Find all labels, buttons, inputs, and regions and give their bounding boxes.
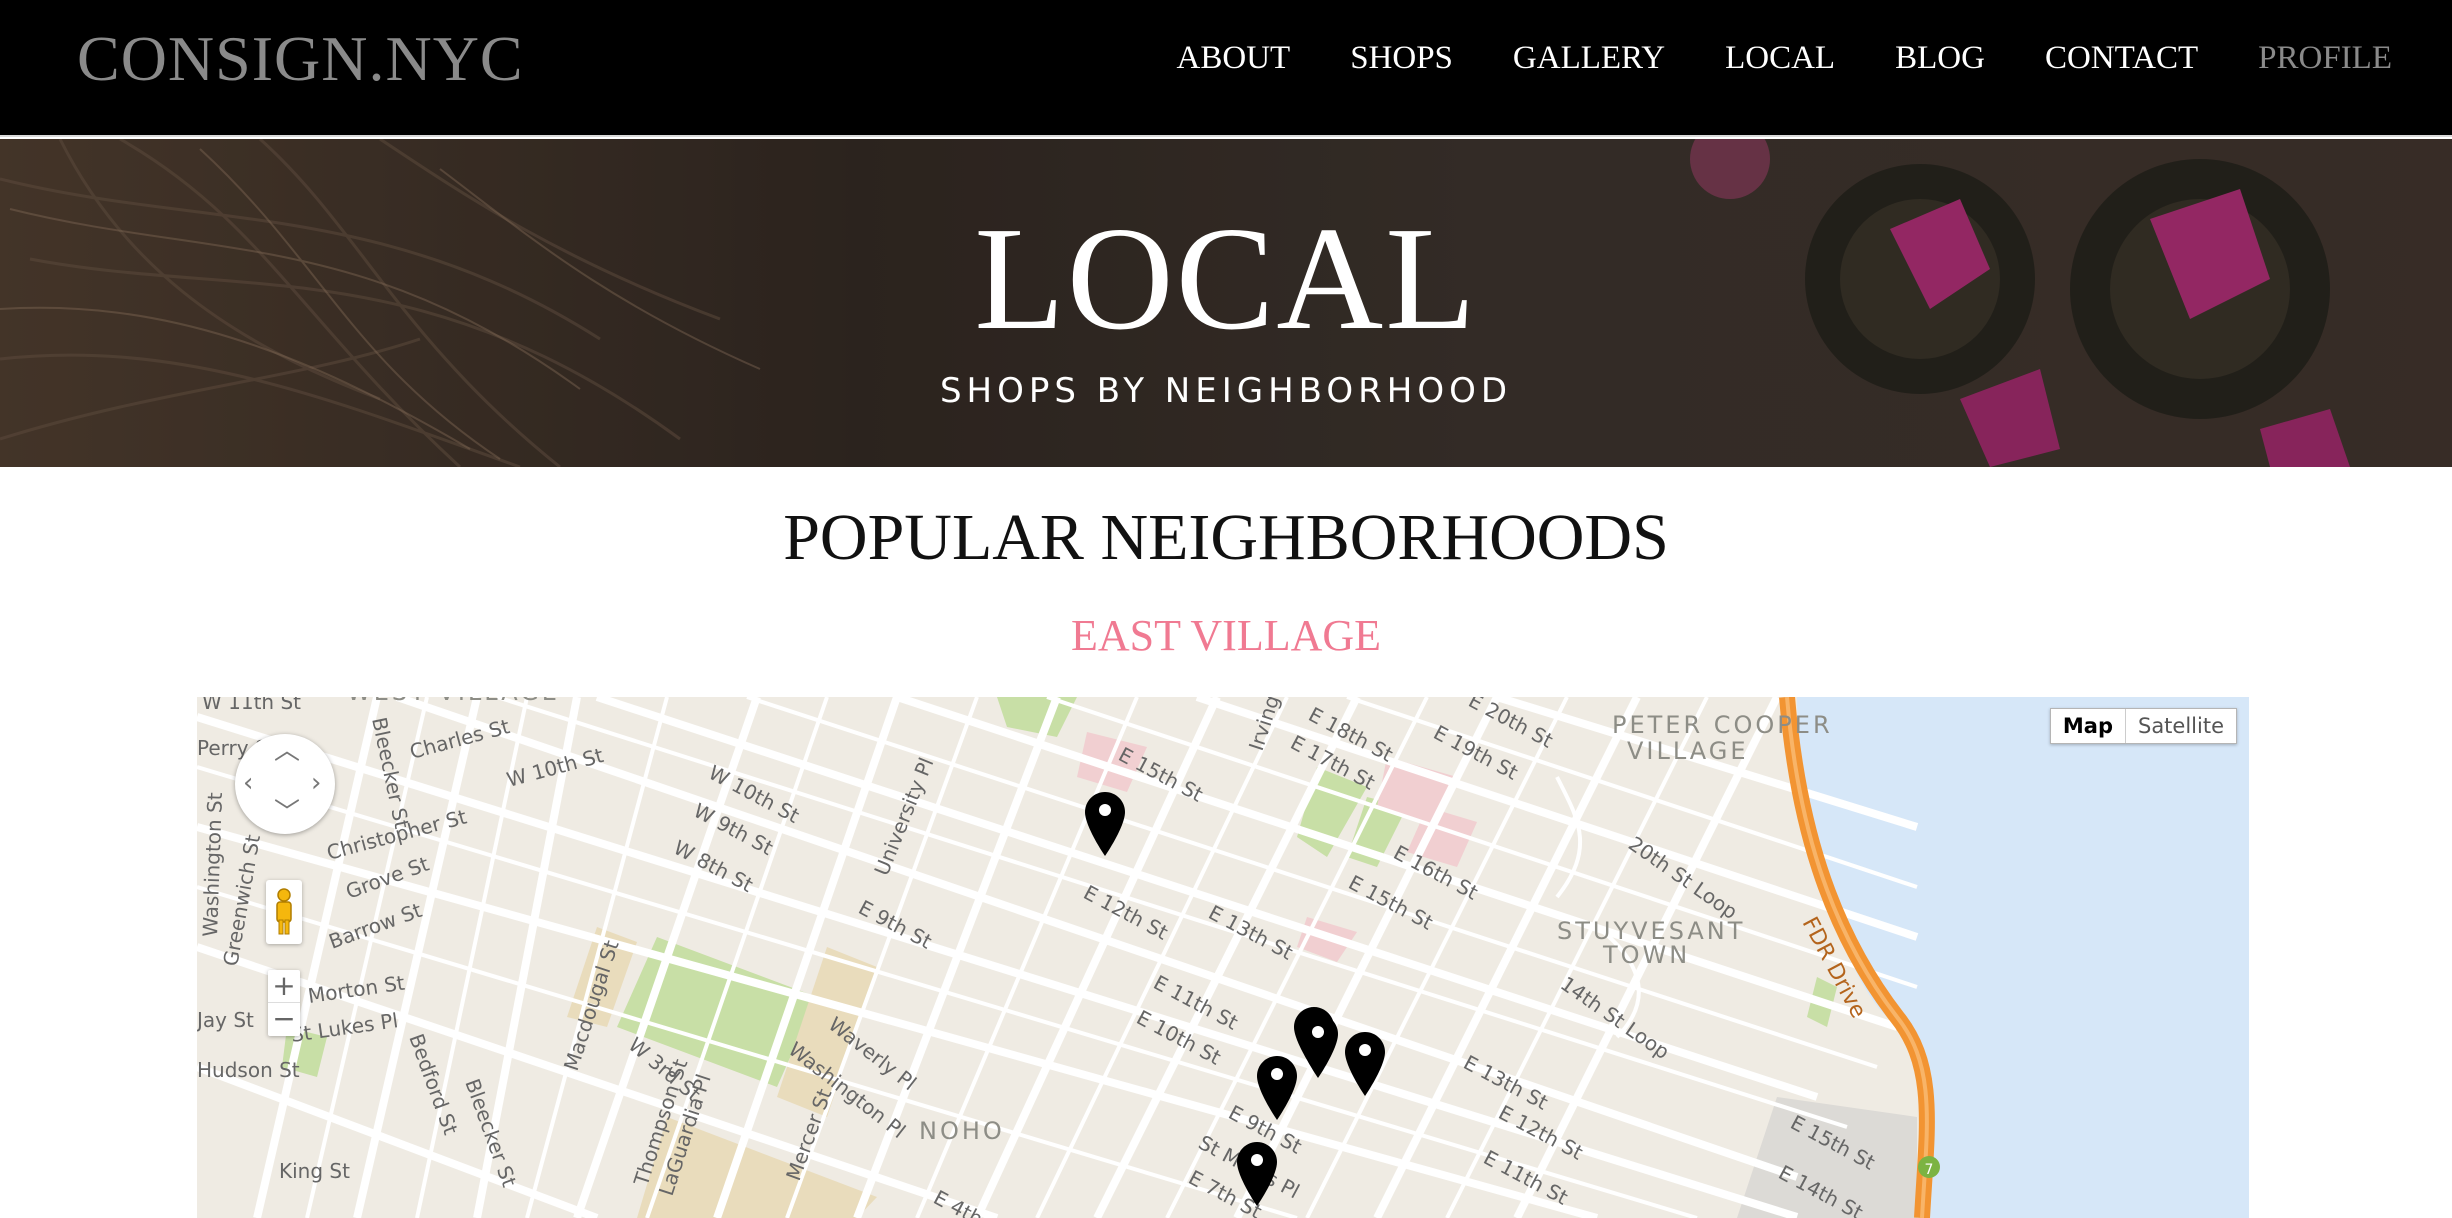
nav-profile[interactable]: PROFILE xyxy=(2258,40,2392,77)
pegman-icon xyxy=(276,888,292,935)
svg-text:VILLAGE: VILLAGE xyxy=(1627,737,1749,765)
shop-marker[interactable] xyxy=(1298,1014,1338,1078)
map-tiles[interactable]: 7 PETER COOPER VILLAGE STUYVESANT TOWN N… xyxy=(197,697,2249,1218)
nav-contact[interactable]: CONTACT xyxy=(2045,40,2198,77)
map-type-satellite-button[interactable]: Satellite xyxy=(2126,709,2236,743)
main-menu: ABOUT SHOPS GALLERY LOCAL BLOG CONTACT P… xyxy=(1117,40,2392,77)
zoom-control: + − xyxy=(268,970,300,1036)
map-type-map-button[interactable]: Map xyxy=(2051,709,2126,743)
svg-text:W 11th St: W 11th St xyxy=(202,697,301,714)
shop-marker[interactable] xyxy=(1085,792,1125,856)
shop-marker[interactable] xyxy=(1345,1032,1385,1096)
svg-text:7: 7 xyxy=(1925,1162,1934,1178)
nav-blog[interactable]: BLOG xyxy=(1895,40,1985,77)
pan-right-icon[interactable]: › xyxy=(311,770,321,796)
svg-text:Washington St: Washington St xyxy=(198,792,227,937)
svg-text:King St: King St xyxy=(279,1159,350,1183)
svg-text:NOHO: NOHO xyxy=(919,1117,1005,1145)
nav-shops[interactable]: SHOPS xyxy=(1350,40,1453,77)
zoom-out-button[interactable]: − xyxy=(268,1003,300,1035)
pan-up-icon[interactable]: ︿ xyxy=(274,738,300,764)
site-logo[interactable]: CONSIGN.NYC xyxy=(77,22,524,96)
hero-banner: LOCAL SHOPS BY NEIGHBORHOOD xyxy=(0,139,2452,467)
zoom-in-button[interactable]: + xyxy=(268,970,300,1002)
street-view-pegman[interactable] xyxy=(266,880,302,944)
pan-down-icon[interactable]: ﹀ xyxy=(274,800,300,826)
neighborhood-map[interactable]: 7 PETER COOPER VILLAGE STUYVESANT TOWN N… xyxy=(197,697,2249,1218)
svg-text:WEST VILLAGE: WEST VILLAGE xyxy=(347,697,560,706)
neighborhood-title[interactable]: EAST VILLAGE xyxy=(0,610,2452,661)
svg-text:TOWN: TOWN xyxy=(1602,941,1690,969)
svg-text:PETER COOPER: PETER COOPER xyxy=(1612,711,1833,739)
svg-text:Hudson St: Hudson St xyxy=(197,1058,300,1082)
section-title: POPULAR NEIGHBORHOODS xyxy=(783,501,1669,574)
shop-marker[interactable] xyxy=(1257,1056,1297,1120)
map-type-control: Map Satellite xyxy=(2049,708,2237,744)
shop-marker[interactable] xyxy=(1237,1142,1277,1206)
nav-gallery[interactable]: GALLERY xyxy=(1513,40,1665,77)
hero-title: LOCAL xyxy=(974,197,1478,361)
pan-control[interactable]: ︿ ﹀ ‹ › xyxy=(235,734,335,834)
svg-text:Jay St: Jay St xyxy=(197,1008,254,1032)
hero-subtitle: SHOPS BY NEIGHBORHOOD xyxy=(939,371,1513,411)
nav-local[interactable]: LOCAL xyxy=(1725,40,1835,77)
pan-left-icon[interactable]: ‹ xyxy=(243,770,253,796)
nav-about[interactable]: ABOUT xyxy=(1177,40,1291,77)
top-nav: CONSIGN.NYC ABOUT SHOPS GALLERY LOCAL BL… xyxy=(0,0,2452,137)
